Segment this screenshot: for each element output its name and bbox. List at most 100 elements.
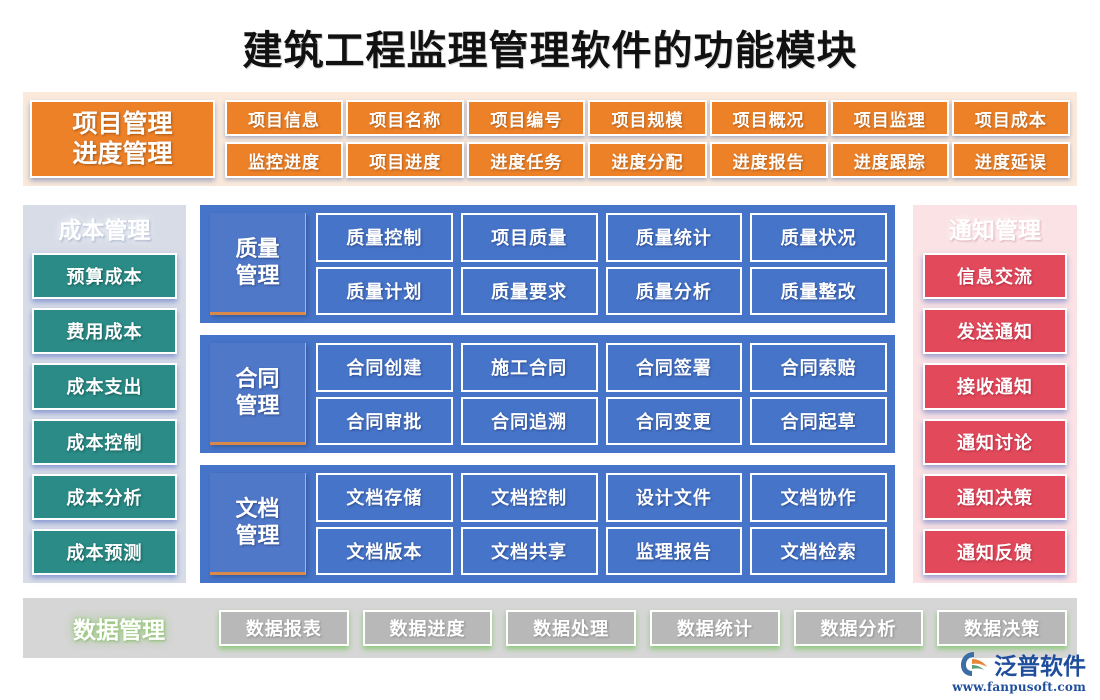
quality-status-item[interactable]: 质量状况 (750, 213, 887, 262)
project-schedule-rows: 项目信息 项目名称 项目编号 项目规模 项目概况 项目监理 项目成本 监控进度 … (225, 100, 1070, 178)
document-heading-line1: 文档 (235, 496, 280, 523)
information-exchange-item[interactable]: 信息交流 (923, 253, 1067, 300)
progress-allocation-item[interactable]: 进度分配 (588, 142, 707, 178)
project-schedule-section: 项目管理 进度管理 项目信息 项目名称 项目编号 项目规模 项目概况 项目监理 … (23, 92, 1077, 186)
middle-section: 成本管理 预算成本 费用成本 成本支出 成本控制 成本分析 成本预测 质量 管理… (23, 205, 1077, 583)
contract-items-grid: 合同创建 施工合同 合同签署 合同索赔 合同审批 合同追溯 合同变更 合同起草 (316, 343, 887, 445)
project-schedule-label: 项目管理 进度管理 (30, 100, 215, 178)
contract-change-item[interactable]: 合同变更 (605, 396, 743, 445)
project-number-item[interactable]: 项目编号 (467, 100, 586, 136)
progress-task-item[interactable]: 进度任务 (467, 142, 586, 178)
expense-cost-item[interactable]: 费用成本 (32, 308, 177, 355)
quality-control-item[interactable]: 质量控制 (316, 213, 453, 262)
notification-management-list: 信息交流 发送通知 接收通知 通知讨论 通知决策 通知反馈 (923, 253, 1067, 576)
progress-tracking-item[interactable]: 进度跟踪 (830, 142, 949, 178)
project-scale-item[interactable]: 项目规模 (588, 100, 707, 136)
data-statistics-item[interactable]: 数据统计 (650, 610, 780, 646)
document-sharing-item[interactable]: 文档共享 (460, 526, 598, 575)
cost-expenditure-item[interactable]: 成本支出 (32, 363, 177, 410)
schedule-management-label: 进度管理 (72, 139, 173, 168)
data-report-item[interactable]: 数据报表 (219, 610, 349, 646)
contract-row-1: 合同创建 施工合同 合同签署 合同索赔 (316, 343, 887, 392)
diagram-canvas: 建筑工程监理管理软件的功能模块 项目管理 进度管理 项目信息 项目名称 项目编号… (0, 0, 1100, 700)
document-row-2: 文档版本 文档共享 监理报告 文档检索 (316, 526, 887, 575)
contract-signing-item[interactable]: 合同签署 (605, 343, 743, 392)
document-version-item[interactable]: 文档版本 (316, 526, 453, 575)
project-management-row: 项目信息 项目名称 项目编号 项目规模 项目概况 项目监理 项目成本 (225, 100, 1070, 136)
project-overview-item[interactable]: 项目概况 (709, 100, 828, 136)
design-document-item[interactable]: 设计文件 (605, 473, 743, 522)
notification-discussion-item[interactable]: 通知讨论 (923, 418, 1067, 465)
document-storage-item[interactable]: 文档存储 (316, 473, 453, 522)
contract-claim-item[interactable]: 合同索赔 (750, 343, 887, 392)
brand-logo: 泛普软件 www.fanpusoft.com (952, 647, 1086, 694)
budget-cost-item[interactable]: 预算成本 (32, 253, 177, 300)
cost-management-section: 成本管理 预算成本 费用成本 成本支出 成本控制 成本分析 成本预测 (23, 205, 186, 583)
contract-management-heading: 合同 管理 (210, 343, 306, 445)
quality-rectification-item[interactable]: 质量整改 (750, 266, 887, 315)
data-decision-item[interactable]: 数据决策 (937, 610, 1068, 646)
quality-row-1: 质量控制 项目质量 质量统计 质量状况 (316, 213, 887, 262)
cost-management-heading: 成本管理 (58, 217, 151, 244)
document-row-1: 文档存储 文档控制 设计文件 文档协作 (316, 473, 887, 522)
supervision-report-item[interactable]: 监理报告 (605, 526, 743, 575)
quality-heading-line2: 管理 (235, 262, 280, 289)
send-notification-item[interactable]: 发送通知 (923, 308, 1067, 355)
schedule-management-row: 监控进度 项目进度 进度任务 进度分配 进度报告 进度跟踪 进度延误 (225, 142, 1070, 178)
center-panels: 质量 管理 质量控制 项目质量 质量统计 质量状况 质量计划 质量要求 质量分析… (200, 205, 895, 583)
contract-approval-item[interactable]: 合同审批 (316, 396, 453, 445)
page-title: 建筑工程监理管理软件的功能模块 (242, 27, 858, 74)
project-cost-item[interactable]: 项目成本 (951, 100, 1070, 136)
data-processing-item[interactable]: 数据处理 (506, 610, 637, 646)
cost-control-item[interactable]: 成本控制 (32, 418, 177, 465)
brand-logo-top: 泛普软件 (960, 647, 1086, 681)
data-analysis-item[interactable]: 数据分析 (793, 610, 924, 646)
document-management-heading: 文档 管理 (210, 473, 306, 575)
project-supervision-item[interactable]: 项目监理 (830, 100, 949, 136)
notification-management-section: 通知管理 信息交流 发送通知 接收通知 通知讨论 通知决策 通知反馈 (913, 205, 1077, 583)
quality-management-heading: 质量 管理 (210, 213, 306, 315)
project-name-item[interactable]: 项目名称 (346, 100, 465, 136)
project-quality-item[interactable]: 项目质量 (460, 213, 598, 262)
document-items-grid: 文档存储 文档控制 设计文件 文档协作 文档版本 文档共享 监理报告 文档检索 (316, 473, 887, 575)
cost-management-list: 预算成本 费用成本 成本支出 成本控制 成本分析 成本预测 (32, 253, 177, 576)
contract-heading-line2: 管理 (235, 392, 280, 419)
document-control-item[interactable]: 文档控制 (460, 473, 598, 522)
contract-heading-line1: 合同 (235, 366, 280, 393)
brand-name: 泛普软件 (994, 653, 1086, 680)
document-heading-line2: 管理 (235, 522, 280, 549)
monitor-progress-item[interactable]: 监控进度 (225, 142, 344, 178)
data-management-section: 数据管理 数据报表 数据进度 数据处理 数据统计 数据分析 数据决策 (23, 598, 1077, 658)
cost-analysis-item[interactable]: 成本分析 (32, 473, 177, 520)
document-management-panel: 文档 管理 文档存储 文档控制 设计文件 文档协作 文档版本 文档共享 监理报告… (200, 465, 895, 583)
notification-feedback-item[interactable]: 通知反馈 (923, 528, 1067, 576)
notification-decision-item[interactable]: 通知决策 (923, 473, 1067, 520)
data-progress-item[interactable]: 数据进度 (362, 610, 493, 646)
quality-row-2: 质量计划 质量要求 质量分析 质量整改 (316, 266, 887, 315)
cost-forecast-item[interactable]: 成本预测 (32, 528, 177, 576)
contract-drafting-item[interactable]: 合同起草 (750, 396, 887, 445)
project-info-item[interactable]: 项目信息 (225, 100, 344, 136)
contract-traceability-item[interactable]: 合同追溯 (460, 396, 598, 445)
document-search-item[interactable]: 文档检索 (750, 526, 887, 575)
receive-notification-item[interactable]: 接收通知 (923, 363, 1067, 410)
contract-row-2: 合同审批 合同追溯 合同变更 合同起草 (316, 396, 887, 445)
project-progress-item[interactable]: 项目进度 (346, 142, 465, 178)
fanpu-logo-icon (961, 652, 987, 676)
quality-statistics-item[interactable]: 质量统计 (605, 213, 743, 262)
quality-heading-line1: 质量 (235, 236, 280, 263)
quality-analysis-item[interactable]: 质量分析 (605, 266, 743, 315)
construction-contract-item[interactable]: 施工合同 (460, 343, 598, 392)
data-management-heading: 数据管理 (73, 617, 165, 644)
progress-delay-item[interactable]: 进度延误 (951, 142, 1070, 178)
document-collaboration-item[interactable]: 文档协作 (750, 473, 887, 522)
quality-requirement-item[interactable]: 质量要求 (460, 266, 598, 315)
notification-management-heading: 通知管理 (949, 217, 1041, 244)
contract-create-item[interactable]: 合同创建 (316, 343, 453, 392)
quality-plan-item[interactable]: 质量计划 (316, 266, 453, 315)
data-management-list: 数据报表 数据进度 数据处理 数据统计 数据分析 数据决策 (219, 610, 1068, 646)
progress-report-item[interactable]: 进度报告 (709, 142, 828, 178)
project-management-label: 项目管理 (72, 109, 173, 138)
quality-items-grid: 质量控制 项目质量 质量统计 质量状况 质量计划 质量要求 质量分析 质量整改 (316, 213, 887, 315)
quality-management-panel: 质量 管理 质量控制 项目质量 质量统计 质量状况 质量计划 质量要求 质量分析… (200, 205, 895, 323)
